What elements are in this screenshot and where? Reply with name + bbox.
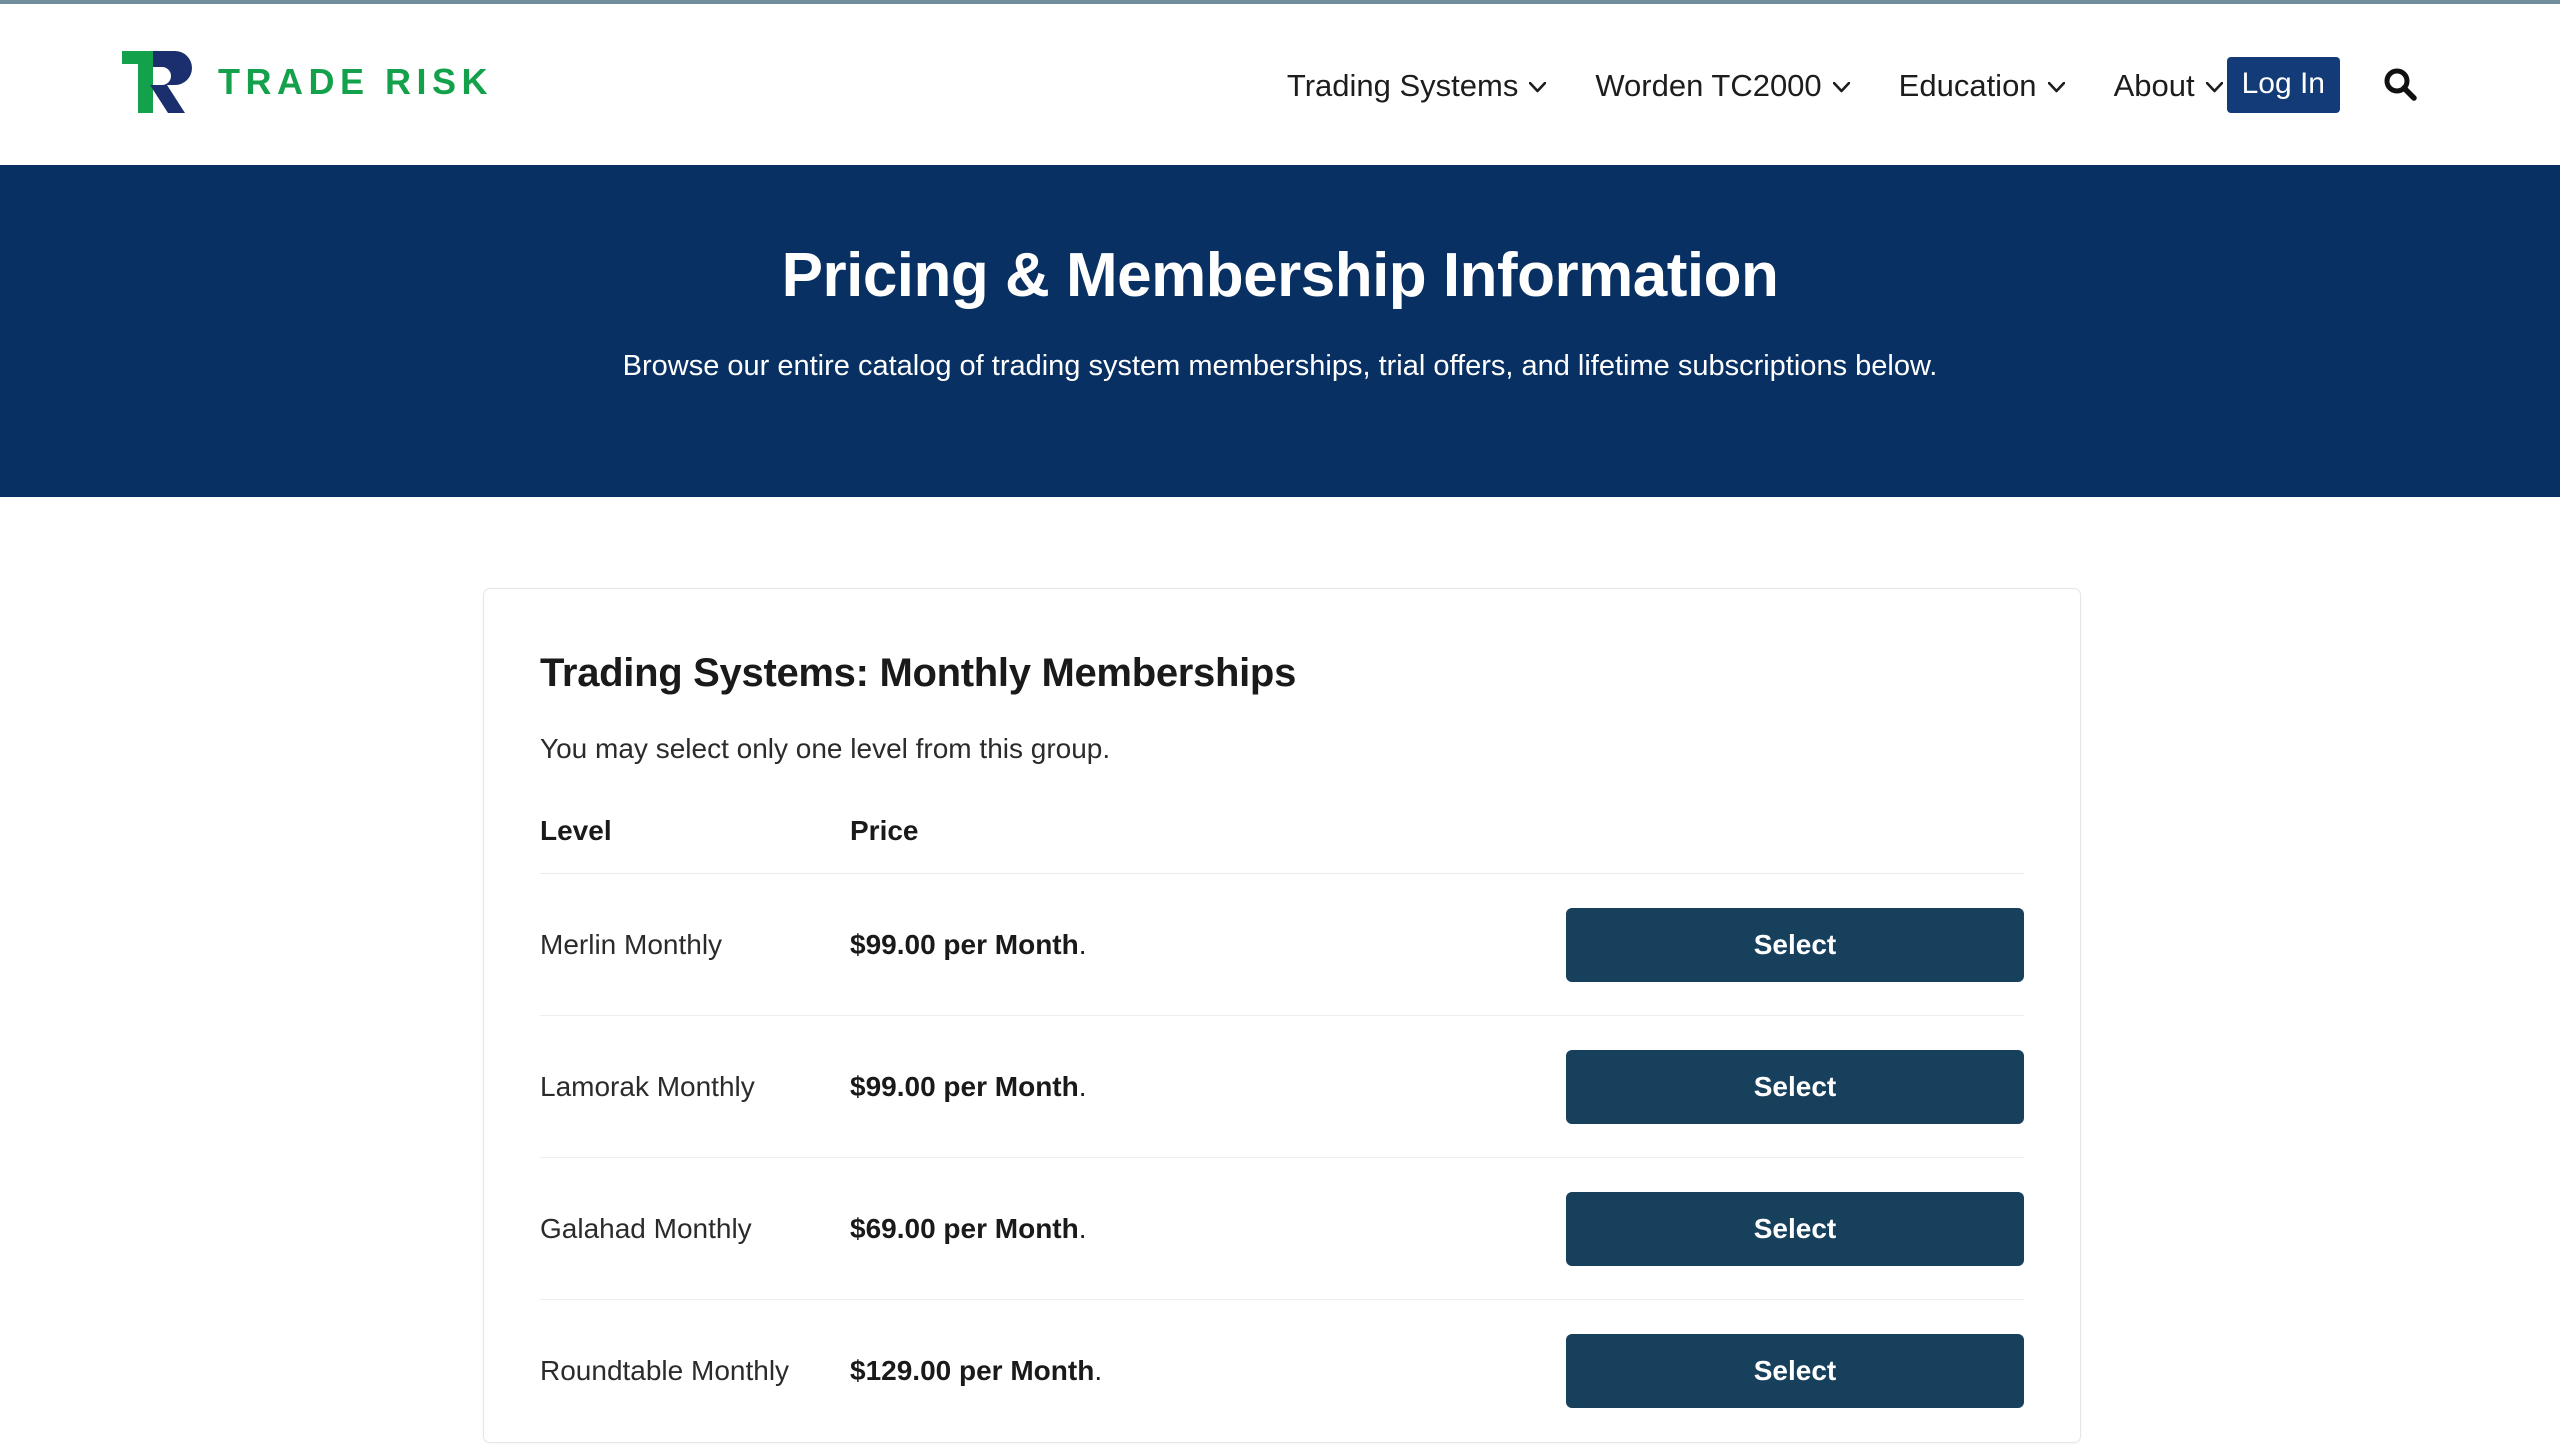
site-header: TRADE RISK Trading Systems Worden TC2000…	[0, 4, 2560, 165]
price-suffix: .	[1094, 1354, 1103, 1386]
column-header-price: Price	[850, 815, 1390, 874]
nav-label-about: About	[2113, 67, 2195, 103]
price-suffix: .	[1078, 1212, 1087, 1244]
select-button[interactable]: Select	[1566, 1049, 2024, 1124]
table-row: Roundtable Monthly $129.00 per Month. Se…	[540, 1300, 2024, 1442]
chevron-down-icon	[1832, 81, 1850, 93]
price-suffix: .	[1078, 928, 1087, 960]
cell-price: $69.00 per Month.	[850, 1157, 1390, 1300]
table-row: Lamorak Monthly $99.00 per Month. Select	[540, 1015, 2024, 1158]
table-body: Merlin Monthly $99.00 per Month. Select …	[540, 873, 2024, 1442]
level-name: Lamorak Monthly	[540, 1070, 755, 1102]
search-button[interactable]	[2378, 63, 2422, 107]
table-row: Galahad Monthly $69.00 per Month. Select	[540, 1157, 2024, 1300]
cell-action: Select	[1390, 1015, 2024, 1158]
table-row: Merlin Monthly $99.00 per Month. Select	[540, 873, 2024, 1016]
chevron-down-icon	[2047, 81, 2065, 93]
column-header-level: Level	[540, 815, 850, 874]
nav-item-education[interactable]: Education	[1899, 70, 2065, 101]
tr-monogram-icon	[122, 51, 192, 113]
pricing-table: Level Price Merlin Monthly $99.00 per Mo…	[540, 815, 2024, 1442]
nav-label-worden-tc2000: Worden TC2000	[1595, 67, 1822, 103]
pricing-page: TRADE RISK Trading Systems Worden TC2000…	[0, 0, 2560, 1452]
cell-price: $129.00 per Month.	[850, 1300, 1390, 1442]
site-logo[interactable]: TRADE RISK	[122, 50, 493, 114]
select-button[interactable]: Select	[1566, 907, 2024, 982]
cell-level: Roundtable Monthly	[540, 1300, 850, 1442]
cell-price: $99.00 per Month.	[850, 1015, 1390, 1158]
nav-item-about[interactable]: About	[2114, 70, 2223, 101]
chevron-down-icon	[1529, 81, 1547, 93]
cell-action: Select	[1390, 1300, 2024, 1442]
price-suffix: .	[1078, 1070, 1087, 1102]
select-button[interactable]: Select	[1566, 1191, 2024, 1266]
table-header: Level Price	[540, 815, 2024, 874]
pricing-card: Trading Systems: Monthly Memberships You…	[483, 588, 2081, 1443]
cell-level: Lamorak Monthly	[540, 1015, 850, 1158]
cell-action: Select	[1390, 1157, 2024, 1300]
cell-level: Merlin Monthly	[540, 873, 850, 1016]
cell-level: Galahad Monthly	[540, 1157, 850, 1300]
cell-price: $99.00 per Month.	[850, 873, 1390, 1016]
page-title: Pricing & Membership Information	[781, 241, 1779, 310]
level-name: Galahad Monthly	[540, 1212, 752, 1244]
price-amount: $99.00 per Month	[850, 928, 1079, 960]
nav-label-education: Education	[1898, 67, 2037, 103]
level-name: Merlin Monthly	[540, 928, 723, 960]
hero-banner: Pricing & Membership Information Browse …	[0, 165, 2560, 497]
price-amount: $129.00 per Month	[850, 1354, 1095, 1386]
column-header-action	[1390, 815, 2024, 874]
level-name: Roundtable Monthly	[540, 1354, 790, 1386]
card-title: Trading Systems: Monthly Memberships	[540, 651, 1297, 695]
nav-item-worden-tc2000[interactable]: Worden TC2000	[1595, 67, 1850, 103]
select-button[interactable]: Select	[1566, 1333, 2024, 1408]
chevron-down-icon	[2205, 81, 2223, 93]
nav-label-trading-systems: Trading Systems	[1286, 67, 1519, 103]
page-subtitle: Browse our entire catalog of trading sys…	[622, 350, 1938, 383]
nav-item-trading-systems[interactable]: Trading Systems	[1286, 67, 1547, 103]
price-amount: $99.00 per Month	[850, 1070, 1079, 1102]
login-button[interactable]: Log In	[2226, 57, 2340, 113]
cell-action: Select	[1390, 873, 2024, 1016]
card-intro-text: You may select only one level from this …	[540, 733, 1111, 764]
search-icon	[2384, 68, 2417, 101]
table-header-row: Level Price	[540, 815, 2024, 874]
price-amount: $69.00 per Month	[850, 1212, 1079, 1244]
main-navigation: Trading Systems Worden TC2000 Education …	[1287, 54, 2422, 116]
logo-wordmark: TRADE RISK	[218, 61, 494, 102]
